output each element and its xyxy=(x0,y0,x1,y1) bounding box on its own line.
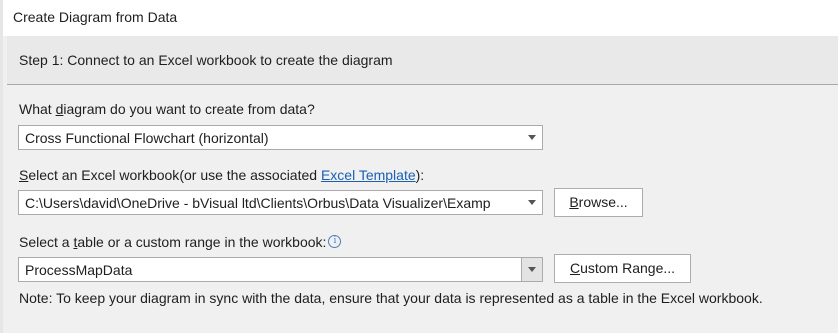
step-heading: Step 1: Connect to an Excel workbook to … xyxy=(19,52,393,68)
table-value: ProcessMapData xyxy=(25,262,133,278)
workbook-label: Select an Excel workbook(or use the asso… xyxy=(19,167,424,183)
diagram-type-label: What diagram do you want to create from … xyxy=(19,101,315,117)
window-title: Create Diagram from Data xyxy=(13,9,178,25)
table-dropdown[interactable]: ProcessMapData xyxy=(18,257,543,282)
diagram-type-value: Cross Functional Flowchart (horizontal) xyxy=(25,130,269,146)
workbook-label-paren-open: (or use the associated xyxy=(179,167,321,183)
chevron-down-icon[interactable] xyxy=(522,191,542,214)
sync-note: Note: To keep your diagram in sync with … xyxy=(19,290,763,306)
step-header: Step 1: Connect to an Excel workbook to … xyxy=(7,36,838,84)
step-divider xyxy=(7,84,838,85)
info-icon[interactable]: i xyxy=(328,235,342,248)
diagram-type-label-post: iagram do you want to create from data? xyxy=(63,101,315,117)
excel-template-link[interactable]: Excel Template xyxy=(321,167,416,183)
workbook-label-post: elect an Excel workbook xyxy=(28,167,180,183)
diagram-type-dropdown[interactable]: Cross Functional Flowchart (horizontal) xyxy=(18,125,543,150)
custom-range-button[interactable]: Custom Range... xyxy=(554,254,691,283)
diagram-type-label-pre: What xyxy=(19,101,56,117)
workbook-path-value: C:\Users\david\OneDrive - bVisual ltd\Cl… xyxy=(25,195,491,211)
title-bar: Create Diagram from Data xyxy=(0,0,838,333)
table-label-post: able or a custom range in the workbook: xyxy=(77,234,327,250)
table-label-pre: Select a xyxy=(19,234,74,250)
table-label: Select a table or a custom range in the … xyxy=(19,234,342,250)
custom-range-button-accel: C xyxy=(569,260,581,276)
window-left-edge xyxy=(0,0,3,333)
create-diagram-dialog: Create Diagram from Data Step 1: Connect… xyxy=(0,0,838,333)
browse-button[interactable]: Browse... xyxy=(554,188,643,217)
chevron-down-icon[interactable] xyxy=(522,126,542,149)
chevron-down-icon[interactable] xyxy=(521,258,542,281)
custom-range-button-label: ustom Range... xyxy=(580,260,676,276)
browse-button-label: rowse... xyxy=(578,194,628,210)
workbook-label-accel: S xyxy=(19,167,29,183)
workbook-path-dropdown[interactable]: C:\Users\david\OneDrive - bVisual ltd\Cl… xyxy=(18,190,543,215)
workbook-label-paren-close: ): xyxy=(415,167,425,183)
browse-button-accel: B xyxy=(569,194,579,210)
